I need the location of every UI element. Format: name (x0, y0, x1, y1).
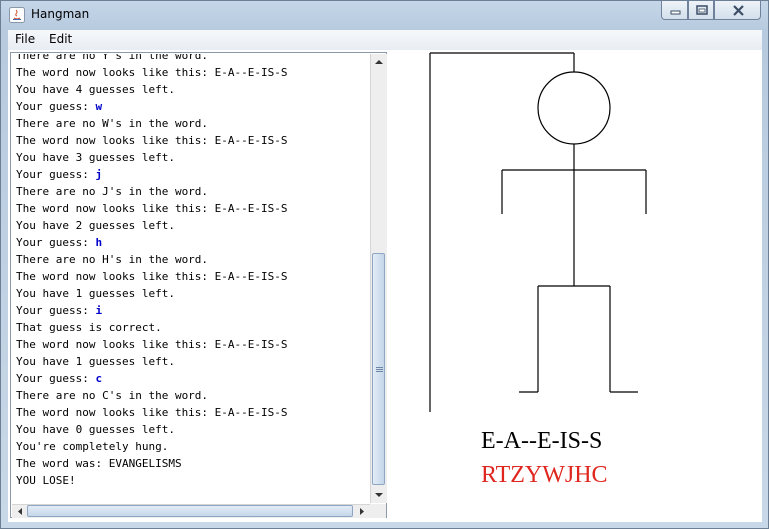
window-title: Hangman (31, 7, 90, 21)
log-line-text: The word now looks like this: E-A--E-IS-… (16, 338, 288, 351)
log-line-text: Your guess: (16, 100, 96, 113)
log-line-text: The word now looks like this: E-A--E-IS-… (16, 270, 288, 283)
guess-letter: w (95, 100, 103, 113)
log-line-text: You have 4 guesses left. (16, 83, 175, 96)
scroll-down-icon[interactable] (372, 488, 386, 502)
log-line-text: There are no H's in the word. (16, 253, 209, 266)
log-line: Your guess: w (16, 98, 288, 115)
log-line-text: You have 0 guesses left. (16, 423, 175, 436)
log-line-text: You have 1 guesses left. (16, 355, 175, 368)
log-line: Your guess: c (16, 370, 288, 387)
log-line: The word now looks like this: E-A--E-IS-… (16, 200, 288, 217)
hangman-head (537, 71, 611, 145)
log-line-text: The word now looks like this: E-A--E-IS-… (16, 134, 288, 147)
log-line: The word now looks like this: E-A--E-IS-… (16, 336, 288, 353)
log-line-text: Your guess: (16, 236, 96, 249)
log-line-text: YOU LOSE! (16, 474, 76, 487)
log-line: There are no Y's in the word. (16, 54, 288, 64)
close-icon (733, 5, 744, 16)
log-line: You have 1 guesses left. (16, 285, 288, 302)
restore-icon (696, 5, 708, 15)
log-line: The word was: EVANGELISMS (16, 455, 288, 472)
log-line: That guess is correct. (16, 319, 288, 336)
log-line-text: That guess is correct. (16, 321, 162, 334)
log-line: There are no C's in the word. (16, 387, 288, 404)
menu-bar: File Edit (8, 30, 762, 51)
log-line: You have 4 guesses left. (16, 81, 288, 98)
log-line-text: You're completely hung. (16, 440, 169, 453)
log-line: Your guess: h (16, 234, 288, 251)
game-log-textarea[interactable]: There are no Y's in the word. The word no… (12, 54, 370, 504)
log-line: The word now looks like this: E-A--E-IS-… (16, 404, 288, 421)
close-button[interactable] (714, 1, 761, 20)
log-line-text: The word was: EVANGELISMS (16, 457, 182, 470)
word-progress: E-A--E-IS-S (481, 428, 603, 454)
log-line-text: You have 2 guesses left. (16, 219, 175, 232)
vertical-scroll-thumb[interactable] (372, 253, 385, 485)
game-log: There are no Y's in the word. The word no… (16, 54, 288, 489)
log-line-text: There are no C's in the word. (16, 389, 209, 402)
log-line: Your guess: j (16, 166, 288, 183)
log-line-text: There are no Y's in the word. (16, 54, 209, 62)
log-line-text: There are no J's in the word. (16, 185, 209, 198)
log-line: The word now looks like this: E-A--E-IS-… (16, 132, 288, 149)
log-line: There are no H's in the word. (16, 251, 288, 268)
log-line-text: Your guess: (16, 168, 96, 181)
guess-letter: j (95, 168, 103, 181)
guess-letter: c (95, 372, 103, 385)
maximize-button[interactable] (688, 1, 714, 20)
menu-edit[interactable]: Edit (49, 32, 72, 46)
log-line-text: The word now looks like this: E-A--E-IS-… (16, 406, 288, 419)
wrong-letters: RTZYWJHC (481, 462, 608, 488)
scroll-up-icon[interactable] (372, 55, 386, 69)
menu-file[interactable]: File (15, 32, 35, 46)
log-line-text: Your guess: (16, 304, 96, 317)
minimize-icon (670, 10, 681, 15)
log-line-text: Your guess: (16, 372, 96, 385)
hangman-window: Hangman File Edit There are no Y's in th… (0, 0, 769, 529)
log-line: There are no J's in the word. (16, 183, 288, 200)
log-line-text: The word now looks like this: E-A--E-IS-… (16, 202, 288, 215)
title-bar[interactable]: Hangman (1, 1, 768, 29)
vertical-scrollbar[interactable] (370, 54, 387, 503)
log-line-text: You have 1 guesses left. (16, 287, 175, 300)
log-line-text: The word now looks like this: E-A--E-IS-… (16, 66, 288, 79)
log-line: Your guess: i (16, 302, 288, 319)
scroll-left-icon[interactable] (13, 505, 27, 519)
log-line: YOU LOSE! (16, 472, 288, 489)
log-line: You have 3 guesses left. (16, 149, 288, 166)
game-log-pane: There are no Y's in the word. The word no… (10, 52, 387, 518)
guess-letter: h (95, 236, 103, 249)
log-line-text: You have 3 guesses left. (16, 151, 175, 164)
log-line: You have 2 guesses left. (16, 217, 288, 234)
log-line: The word now looks like this: E-A--E-IS-… (16, 268, 288, 285)
log-line: You have 1 guesses left. (16, 353, 288, 370)
scroll-corner (370, 504, 386, 518)
minimize-button[interactable] (661, 1, 688, 20)
log-line-text: There are no W's in the word. (16, 117, 209, 130)
log-line: You have 0 guesses left. (16, 421, 288, 438)
main-panel: There are no Y's in the word. The word no… (8, 50, 762, 522)
log-line: You're completely hung. (16, 438, 288, 455)
scroll-right-icon[interactable] (355, 505, 369, 519)
horizontal-scroll-thumb[interactable] (27, 505, 353, 517)
guess-letter: i (95, 304, 103, 317)
horizontal-scrollbar[interactable] (12, 504, 370, 518)
log-line: There are no W's in the word. (16, 115, 288, 132)
java-app-icon (9, 7, 25, 23)
log-line: The word now looks like this: E-A--E-IS-… (16, 64, 288, 81)
